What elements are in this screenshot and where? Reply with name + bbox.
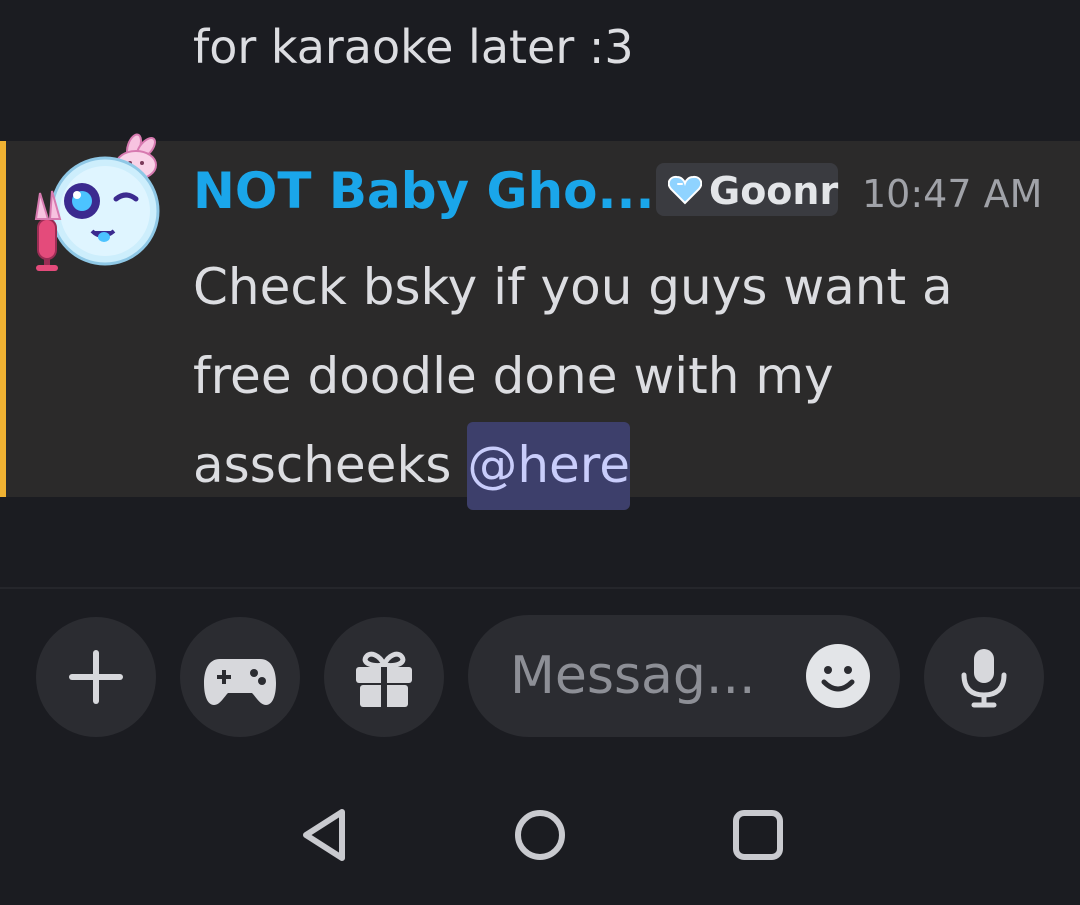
recents-square-icon[interactable] [723,800,793,870]
mention-highlight-bar [0,141,6,497]
here-mention[interactable]: @here [467,422,631,510]
blue-heart-icon [668,175,702,205]
back-triangle-icon[interactable] [288,800,358,870]
microphone-prop [34,190,62,271]
message-content: Check bsky if you guys want a free doodl… [193,243,1053,510]
microphone-icon [961,649,1007,708]
previous-message-text: for karaoke later :3 [193,20,634,74]
gift-icon [356,651,412,707]
chat-screen: for karaoke later :3 NOT Baby Gho... Goo… [0,0,1080,905]
message-timestamp: 10:47 AM [862,172,1043,216]
smiley-icon[interactable] [804,642,872,710]
home-circle-icon[interactable] [505,800,575,870]
gift-button[interactable] [324,617,444,737]
plus-icon [69,650,123,704]
author-name[interactable]: NOT Baby Gho... [193,158,654,224]
message-input-placeholder: Messag... [510,646,756,706]
role-tag[interactable]: Goonr [656,163,838,216]
role-tag-label: Goonr [709,169,839,213]
composer-divider [0,587,1080,589]
activities-button[interactable] [180,617,300,737]
gamepad-icon [204,659,276,705]
avatar[interactable] [30,133,160,275]
add-attachment-button[interactable] [36,617,156,737]
voice-message-button[interactable] [924,617,1044,737]
message-input[interactable]: Messag... [468,615,900,737]
